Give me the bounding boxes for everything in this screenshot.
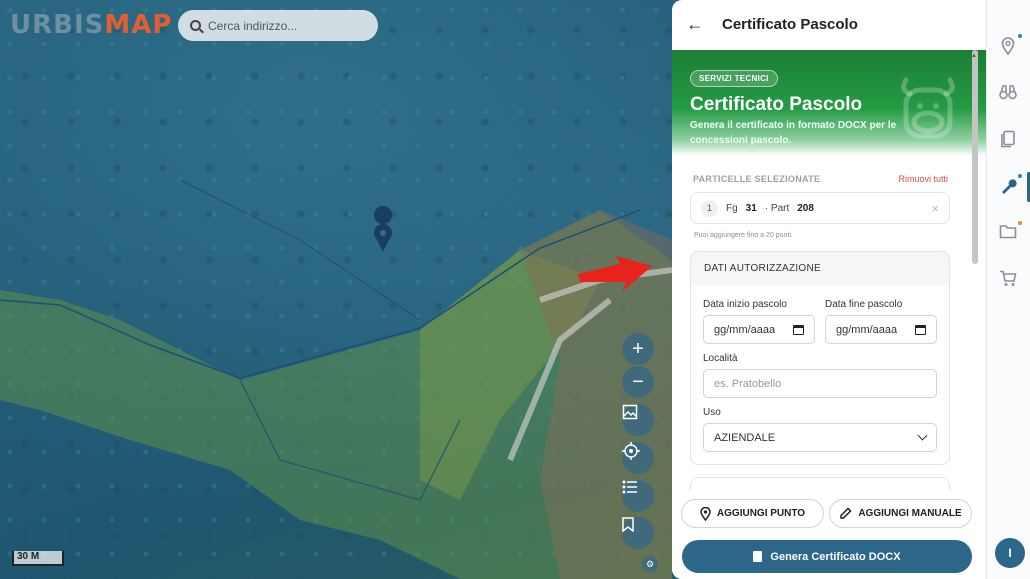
- panel-header: ← Certificato Pascolo: [672, 0, 986, 48]
- crosshair-icon: [622, 442, 640, 460]
- settings-mini-button[interactable]: ⚙: [642, 556, 658, 572]
- start-date-input[interactable]: gg/mm/aaaa: [703, 315, 815, 344]
- scroll-up-arrow-icon[interactable]: ▲: [971, 53, 977, 59]
- add-manual-label: AGGIUNGI MANUALE: [858, 508, 962, 519]
- parcel-part-value: 208: [797, 202, 814, 214]
- use-select-value: AZIENDALE: [714, 431, 776, 444]
- max-points-hint: Puoi aggiungere fino a 20 punti.: [694, 232, 793, 239]
- parcel-fg-value: 31: [745, 202, 757, 214]
- notification-dot: [1018, 34, 1022, 38]
- notification-dot: [1018, 174, 1022, 178]
- panel-footer: AGGIUNGI PUNTO AGGIUNGI MANUALE Genera C…: [672, 496, 986, 579]
- app-logo: URBISMAP: [10, 10, 173, 40]
- panel-title: Certificato Pascolo: [722, 15, 858, 33]
- calendar-icon[interactable]: [793, 324, 804, 335]
- rail-binoculars-icon[interactable]: [999, 84, 1017, 102]
- panel-scroll-area[interactable]: SERVIZI TECNICI Certificato Pascolo Gene…: [672, 50, 986, 490]
- back-arrow-icon[interactable]: ←: [686, 14, 704, 35]
- parcel-part-label: · Part: [764, 202, 790, 214]
- remove-all-link[interactable]: Rimuovi tutti: [898, 174, 948, 184]
- add-point-label: AGGIUNGI PUNTO: [716, 508, 806, 519]
- locate-button[interactable]: [622, 442, 654, 474]
- use-select[interactable]: AZIENDALE: [703, 423, 937, 452]
- image-icon: [622, 404, 638, 420]
- start-date-label: Data inizio pascolo: [703, 299, 787, 310]
- user-avatar[interactable]: I: [995, 538, 1025, 568]
- bookmark-icon: [622, 517, 634, 532]
- right-nav-rail: I: [986, 0, 1030, 579]
- parcel-item: 1 Fg 31 · Part 208 ×: [690, 192, 950, 224]
- map-pin-icon: [700, 506, 711, 521]
- selected-parcels-title: PARTICELLE SELEZIONATE: [693, 174, 821, 184]
- authorization-title: DATI AUTORIZZAZIONE: [691, 252, 949, 285]
- locality-input[interactable]: es. Pratobello: [703, 369, 937, 398]
- layers-image-button[interactable]: [622, 404, 654, 436]
- category-badge: SERVIZI TECNICI: [690, 70, 778, 87]
- map-overlays: [0, 179, 672, 579]
- hero-subtitle: Genera il certificato in formato DOCX pe…: [690, 120, 897, 146]
- add-point-button[interactable]: AGGIUNGI PUNTO: [681, 499, 824, 528]
- use-label: Uso: [703, 407, 721, 418]
- generate-docx-label: Genera Certificato DOCX: [770, 550, 901, 563]
- pencil-icon: [840, 507, 852, 519]
- rail-tools-icon[interactable]: [999, 177, 1017, 195]
- zoom-in-button[interactable]: +: [622, 333, 654, 365]
- start-date-value: gg/mm/aaaa: [714, 323, 776, 336]
- end-date-input[interactable]: gg/mm/aaaa: [825, 315, 937, 344]
- rail-location-icon[interactable]: [999, 37, 1017, 56]
- address-search[interactable]: Cerca indirizzo...: [178, 10, 378, 41]
- add-manual-button[interactable]: AGGIUNGI MANUALE: [829, 499, 972, 528]
- document-icon: [753, 551, 763, 562]
- locality-placeholder: es. Pratobello: [714, 377, 782, 390]
- hero-banner: SERVIZI TECNICI Certificato Pascolo Gene…: [672, 50, 986, 156]
- calendar-icon[interactable]: [915, 324, 926, 335]
- rail-documents-icon[interactable]: [999, 130, 1017, 148]
- list-button[interactable]: [622, 480, 654, 512]
- end-date-label: Data fine pascolo: [825, 299, 903, 310]
- parcel-fg-label: Fg: [726, 202, 738, 214]
- generate-docx-button[interactable]: Genera Certificato DOCX: [682, 540, 972, 573]
- cow-icon: [901, 77, 955, 139]
- search-icon: [190, 20, 201, 31]
- rail-folder-icon[interactable]: [999, 224, 1017, 242]
- locality-label: Località: [703, 353, 738, 364]
- chevron-down-icon: [917, 430, 928, 441]
- gear-icon: ⚙: [645, 558, 655, 569]
- list-icon: [622, 480, 637, 494]
- map-scale: 30 M: [12, 551, 64, 566]
- zoom-out-button[interactable]: −: [622, 366, 654, 398]
- remove-parcel-icon[interactable]: ×: [931, 201, 939, 216]
- authorization-card: DATI AUTORIZZAZIONE Data inizio pascolo …: [690, 251, 950, 465]
- bookmark-button[interactable]: [622, 517, 654, 549]
- panel-scrollbar[interactable]: [972, 50, 978, 264]
- selected-parcels-header: PARTICELLE SELEZIONATE Rimuovi tutti: [672, 172, 986, 184]
- rail-cart-icon[interactable]: [999, 270, 1017, 288]
- certificate-panel: ← Certificato Pascolo SERVIZI TECNICI Ce…: [672, 0, 986, 579]
- parcel-index: 1: [701, 199, 718, 217]
- next-card: [690, 477, 950, 490]
- notification-dot: [1018, 221, 1022, 225]
- end-date-value: gg/mm/aaaa: [836, 323, 898, 336]
- search-placeholder: Cerca indirizzo...: [208, 18, 298, 33]
